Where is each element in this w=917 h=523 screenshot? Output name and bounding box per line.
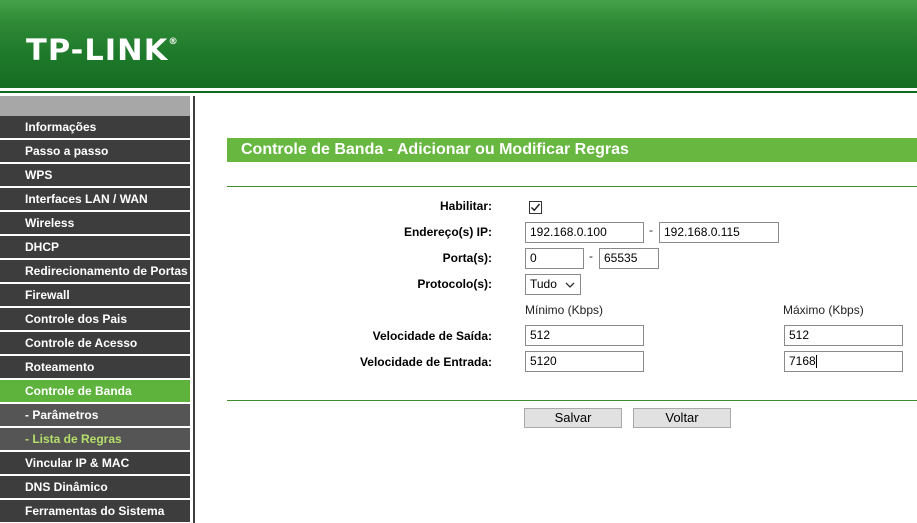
ingress-max-value: 7168 [789,354,816,368]
port-range-separator: - [589,249,593,263]
sidebar-item[interactable]: - Parâmetros [0,404,190,426]
sidebar-item[interactable]: DNS Dinâmico [0,476,190,498]
port-label: Porta(s): [442,251,492,265]
ingress-min-input[interactable]: 5120 [525,351,644,372]
title-divider [227,186,917,187]
port-start-input[interactable]: 0 [525,248,584,269]
sidebar-item[interactable]: WPS [0,164,190,186]
header-banner: TP-LINK® [0,0,917,88]
sidebar-item[interactable]: Controle de Banda [0,380,190,402]
sidebar-top-bar [0,96,190,116]
page-title: Controle de Banda - Adicionar ou Modific… [227,138,917,162]
text-cursor [815,355,817,369]
ingress-max-input[interactable]: 7168 [784,351,903,372]
back-button[interactable]: Voltar [633,408,731,428]
egress-min-input[interactable]: 512 [525,325,644,346]
sidebar-item[interactable]: Vincular IP & MAC [0,452,190,474]
sidebar-item[interactable]: Informações [0,116,190,138]
ip-end-input[interactable]: 192.168.0.115 [659,222,779,243]
sidebar-item[interactable]: DHCP [0,236,190,258]
protocol-label: Protocolo(s): [417,277,492,291]
enable-label: Habilitar: [439,199,492,213]
checkmark-icon [530,203,541,212]
protocol-select-value: Tudo [530,277,557,291]
sidebar-menu: Informações Passo a passo WPS Interfaces LA… [0,96,192,523]
sidebar-item[interactable]: Controle dos Pais [0,308,190,330]
ingress-label: Velocidade de Entrada: [359,355,492,369]
min-header: Mínimo (Kbps) [525,303,604,317]
sidebar-item[interactable]: Interfaces LAN / WAN [0,188,190,210]
egress-label: Velocidade de Saída: [372,329,492,343]
sidebar-item[interactable]: Roteamento [0,356,190,378]
sidebar-item[interactable]: Firewall [0,284,190,306]
sidebar-item[interactable]: - Lista de Regras [0,428,190,450]
chevron-down-icon [565,282,575,288]
sidebar-border [193,96,195,523]
sidebar-item[interactable]: Passo a passo [0,140,190,162]
save-button[interactable]: Salvar [524,408,622,428]
ip-start-input[interactable]: 192.168.0.100 [525,222,644,243]
sidebar-item[interactable]: Redirecionamento de Portas [0,260,190,282]
egress-max-input[interactable]: 512 [784,325,903,346]
enable-checkbox[interactable] [529,201,542,214]
sidebar-item[interactable]: Ferramentas do Sistema [0,500,190,522]
protocol-select[interactable]: Tudo [525,274,581,295]
max-header: Máximo (Kbps) [783,303,864,317]
header-divider-dark [0,91,917,93]
port-end-input[interactable]: 65535 [599,248,659,269]
ip-range-separator: - [649,223,653,237]
sidebar-item[interactable]: Wireless [0,212,190,234]
sidebar-item[interactable]: Controle de Acesso [0,332,190,354]
form-divider [227,400,917,401]
ip-label: Endereço(s) IP: [403,225,492,239]
tp-link-logo: TP-LINK® [26,33,179,67]
